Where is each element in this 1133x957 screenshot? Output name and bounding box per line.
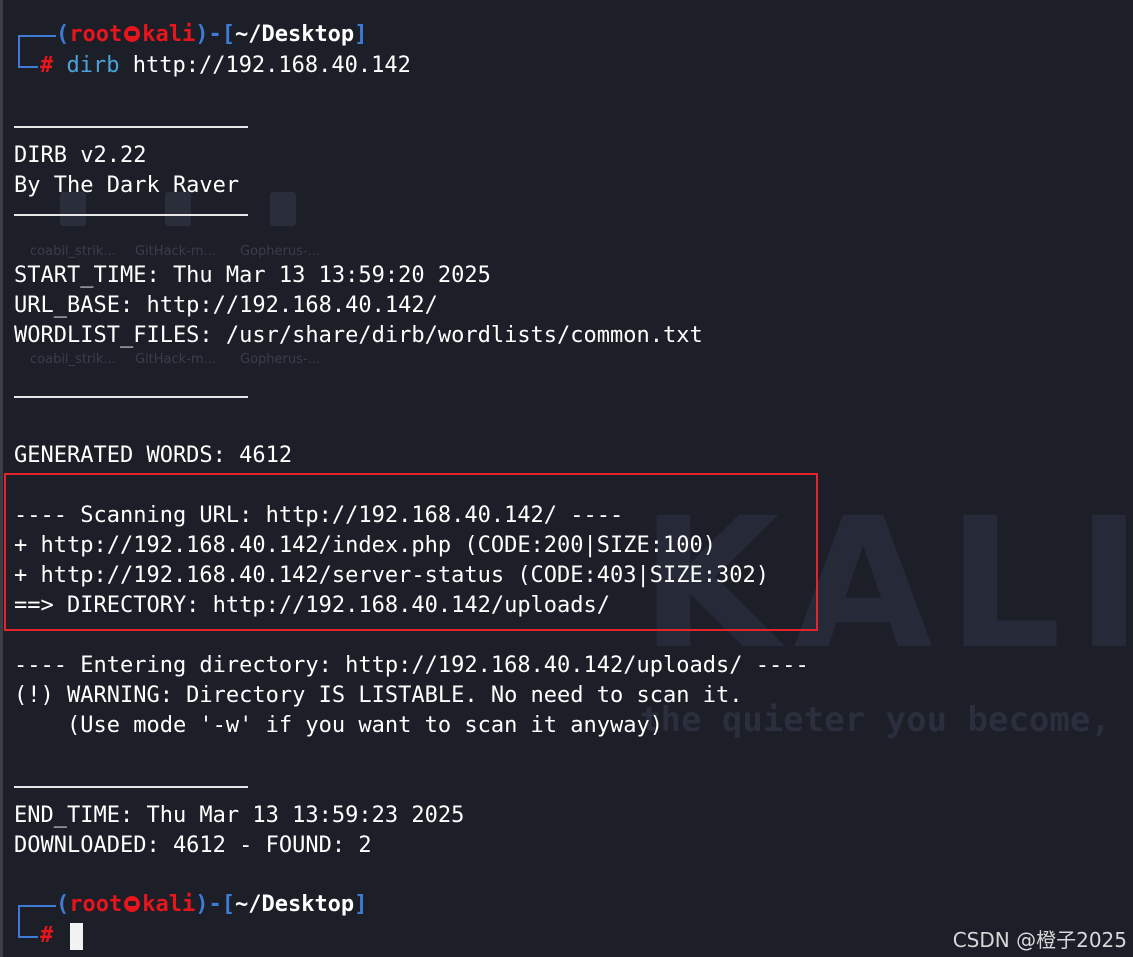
watermark: CSDN @橙子2025 <box>952 928 1127 952</box>
output-found-server-status: + http://192.168.40.142/server-status (C… <box>14 563 769 588</box>
desktop-file-label: GitHack-m... <box>135 352 216 367</box>
prompt-path: ~/Desktop <box>234 892 355 917</box>
output-wordlist: WORDLIST_FILES: /usr/share/dirb/wordlist… <box>14 323 703 348</box>
output-entering-directory: ---- Entering directory: http://192.168.… <box>14 653 809 678</box>
command-line[interactable]: # <box>40 922 53 950</box>
terminal-window[interactable]: KALI the quieter you become, coabil_stri… <box>0 0 1133 957</box>
prompt-bracket: ] <box>354 22 368 47</box>
command-argument: http://192.168.40.142 <box>119 53 411 78</box>
prompt-frame <box>18 66 38 68</box>
prompt-bracket: ] <box>354 892 368 917</box>
desktop-file-icon <box>270 192 296 226</box>
command-tool: dirb <box>66 53 120 78</box>
output-scanning-url: ---- Scanning URL: http://192.168.40.142… <box>14 503 624 528</box>
prompt-hash: # <box>40 53 54 78</box>
prompt-hash: # <box>40 923 54 948</box>
desktop-file-label: Gopherus-... <box>240 352 320 367</box>
output-generated-words: GENERATED WORDS: 4612 <box>14 443 293 468</box>
prompt-frame <box>18 36 20 56</box>
prompt-bracket: )-[ <box>195 22 235 47</box>
prompt-frame <box>18 936 38 938</box>
output-directory: ==> DIRECTORY: http://192.168.40.142/upl… <box>14 593 611 618</box>
output-end-time: END_TIME: Thu Mar 13 13:59:23 2025 <box>14 803 465 828</box>
window-border <box>0 0 3 957</box>
output-start-time: START_TIME: Thu Mar 13 13:59:20 2025 <box>14 263 491 288</box>
prompt-frame <box>18 35 56 37</box>
shell-prompt: (root kali)-[~/Desktop] <box>56 20 367 50</box>
prompt-path: ~/Desktop <box>234 22 355 47</box>
output-url-base: URL_BASE: http://192.168.40.142/ <box>14 293 438 318</box>
desktop-file-label: GitHack-m... <box>135 244 216 259</box>
kali-skull-icon <box>124 896 141 912</box>
output-hint: (Use mode '-w' if you want to scan it an… <box>14 713 664 738</box>
prompt-paren: ( <box>56 22 70 47</box>
prompt-user: root <box>69 22 123 47</box>
prompt-paren: ( <box>56 892 70 917</box>
desktop-file-label: coabil_strik... <box>30 244 116 259</box>
output-version: DIRB v2.22 <box>14 143 147 168</box>
text-cursor[interactable] <box>70 923 83 950</box>
desktop-file-label: coabil_strik... <box>30 352 116 367</box>
output-author: By The Dark Raver <box>14 173 240 198</box>
prompt-host: kali <box>142 22 196 47</box>
command-line: # dirb http://192.168.40.142 <box>40 52 411 80</box>
kali-skull-icon <box>124 26 141 42</box>
output-warning: (!) WARNING: Directory IS LISTABLE. No n… <box>14 683 743 708</box>
separator-rule <box>14 214 248 216</box>
prompt-frame <box>18 906 20 926</box>
desktop-file-label: Gopherus-... <box>240 244 320 259</box>
prompt-user: root <box>69 892 123 917</box>
separator-rule <box>14 396 248 398</box>
prompt-host: kali <box>142 892 196 917</box>
shell-prompt: (root kali)-[~/Desktop] <box>56 890 367 920</box>
prompt-bracket: )-[ <box>195 892 235 917</box>
prompt-frame <box>18 905 56 907</box>
output-downloaded: DOWNLOADED: 4612 - FOUND: 2 <box>14 833 372 858</box>
separator-rule <box>14 126 248 128</box>
output-found-index: + http://192.168.40.142/index.php (CODE:… <box>14 533 716 558</box>
separator-rule <box>14 786 248 788</box>
